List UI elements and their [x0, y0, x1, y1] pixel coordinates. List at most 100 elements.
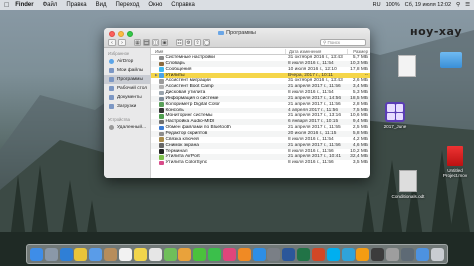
dock-excel-icon[interactable]: [297, 247, 311, 261]
sidebar-item-label: Рабочий стол: [117, 86, 148, 91]
app-icon: [159, 90, 164, 96]
dock-word-icon[interactable]: [282, 247, 296, 261]
app-icon: [159, 149, 164, 154]
dock-screenshot-icon[interactable]: [386, 247, 400, 261]
sidebar-item-desktop[interactable]: Рабочий стол: [104, 84, 150, 93]
tag-icon[interactable]: ◯: [203, 38, 210, 46]
desktop-item-label: Untitled Project.mov: [442, 168, 468, 178]
finder-sidebar: Избранное AirDrop Мои файлы Программы Ра…: [104, 48, 151, 178]
dock-vlc-icon[interactable]: [356, 247, 370, 261]
dock-notes-icon[interactable]: [133, 247, 147, 261]
column-header-size[interactable]: Размер: [347, 48, 370, 54]
sidebar-item-my-files[interactable]: Мои файлы: [104, 66, 150, 75]
dock-calendar-icon[interactable]: [118, 247, 132, 261]
menu-finder[interactable]: Finder: [15, 2, 33, 8]
document-icon: [398, 55, 416, 77]
folder-icon: [218, 30, 225, 35]
dock-photos-icon[interactable]: [178, 247, 192, 261]
dock-other-app-icon[interactable]: [401, 247, 415, 261]
desktop-document-item[interactable]: [394, 55, 420, 79]
file-list: Имя Дата изменения Размер Системные наст…: [151, 48, 370, 178]
arrange-button[interactable]: ☷: [176, 38, 183, 46]
list-view-button[interactable]: ☰: [143, 38, 150, 46]
column-header-date[interactable]: Дата изменения: [285, 48, 347, 54]
window-toolbar: ‹ › ▦ ☰ ◫ ▣ ☷ ⚙ ⇧ ◯ ⚲ Поиск: [108, 38, 366, 46]
menubar-status: RU 100% Сб, 19 июля 12:02 ⚲ ☰: [373, 0, 470, 10]
desktop-folder-item[interactable]: [436, 52, 466, 70]
sidebar-item-label: AirDrop: [117, 59, 134, 64]
app-icon: [159, 67, 164, 72]
dock-ibooks-icon[interactable]: [237, 247, 251, 261]
dock-app-store-icon[interactable]: [252, 247, 266, 261]
dock-facetime-icon[interactable]: [208, 247, 222, 261]
finder-window: Программы ‹ › ▦ ☰ ◫ ▣ ☷ ⚙ ⇧ ◯ ⚲ Поиск Из…: [104, 28, 370, 178]
sidebar-item-remote-disc[interactable]: Удаленный...: [104, 123, 150, 132]
dock-finder-icon[interactable]: [29, 247, 43, 261]
action-gear-icon[interactable]: ⚙: [185, 38, 192, 46]
desktop-movie-item[interactable]: Untitled Project.mov: [436, 146, 474, 178]
dock-mail-icon[interactable]: [89, 247, 103, 261]
column-view-button[interactable]: ◫: [152, 38, 159, 46]
window-title-text: Программы: [226, 30, 256, 36]
folder-icon: [159, 73, 164, 78]
app-icon: [159, 137, 164, 142]
app-icon: [159, 61, 164, 67]
sidebar-item-documents[interactable]: Документы: [104, 93, 150, 102]
sidebar-item-airdrop[interactable]: AirDrop: [104, 57, 150, 66]
dock-downloads-icon[interactable]: [415, 247, 429, 261]
file-row[interactable]: Утилита ColorSync 8 июля 2016 г., 11:56 3,…: [151, 160, 370, 166]
dock-telegram-icon[interactable]: [341, 247, 355, 261]
app-icon: [159, 114, 164, 119]
dock-skype-icon[interactable]: [326, 247, 340, 261]
back-button[interactable]: ‹: [108, 38, 116, 46]
app-icon: [159, 84, 164, 90]
dock-system-preferences-icon[interactable]: [267, 247, 281, 261]
window-titlebar[interactable]: Программы ‹ › ▦ ☰ ◫ ▣ ☷ ⚙ ⇧ ◯ ⚲ Поиск: [104, 28, 370, 48]
menu-help[interactable]: Справка: [171, 2, 195, 8]
dock-powerpoint-icon[interactable]: [311, 247, 325, 261]
brand-logo: ноу-хау: [410, 25, 463, 38]
dock-itunes-icon[interactable]: [222, 247, 236, 261]
menu-list-icon[interactable]: ☰: [465, 2, 470, 8]
desktop-app-item[interactable]: 2017_June: [378, 102, 412, 129]
dock-launchpad-icon[interactable]: [44, 247, 58, 261]
app-icon: [159, 131, 164, 137]
app-icon: [159, 55, 164, 61]
menu-go[interactable]: Переход: [116, 2, 140, 8]
app-icon: [159, 160, 164, 166]
sidebar-item-label: Программы: [117, 77, 143, 82]
menu-file[interactable]: Файл: [43, 2, 58, 8]
menu-bar:  Finder Файл Правка Вид Переход Окно Сп…: [0, 0, 474, 10]
sidebar-item-applications[interactable]: Программы: [104, 75, 150, 84]
documents-icon: [109, 95, 114, 100]
app-icon: [159, 125, 164, 131]
dock-trash-icon[interactable]: [430, 247, 444, 261]
forward-button[interactable]: ›: [118, 38, 126, 46]
search-input[interactable]: ⚲ Поиск: [320, 38, 366, 46]
dock-messages-icon[interactable]: [193, 247, 207, 261]
battery-status[interactable]: 100%: [386, 2, 400, 8]
share-icon[interactable]: ⇧: [194, 38, 201, 46]
icon-view-button[interactable]: ▦: [134, 38, 141, 46]
dock-safari-icon[interactable]: [59, 247, 73, 261]
dock-chrome-icon[interactable]: [74, 247, 88, 261]
sidebar-item-downloads[interactable]: Загрузки: [104, 102, 150, 111]
dock-video-app-icon[interactable]: [371, 247, 385, 261]
desktop-odt-item[interactable]: Conditionals.odt: [384, 170, 432, 199]
dock-contacts-icon[interactable]: [104, 247, 118, 261]
menu-view[interactable]: Вид: [96, 2, 107, 8]
apple-icon[interactable]: : [4, 2, 9, 9]
app-icon: [385, 102, 405, 122]
sidebar-item-label: Загрузки: [117, 104, 137, 109]
search-icon[interactable]: ⚲: [456, 2, 460, 8]
column-header-name[interactable]: Имя: [151, 49, 285, 54]
dock-maps-icon[interactable]: [163, 247, 177, 261]
gallery-view-button[interactable]: ▣: [161, 38, 168, 46]
clock[interactable]: Сб, 19 июля 12:02: [405, 2, 451, 8]
desktop-item-label: Conditionals.odt: [391, 194, 425, 199]
menu-window[interactable]: Окно: [148, 2, 162, 8]
language-indicator[interactable]: RU: [373, 2, 381, 8]
dock-reminders-icon[interactable]: [148, 247, 162, 261]
applications-icon: [109, 77, 114, 82]
menu-edit[interactable]: Правка: [66, 2, 86, 8]
